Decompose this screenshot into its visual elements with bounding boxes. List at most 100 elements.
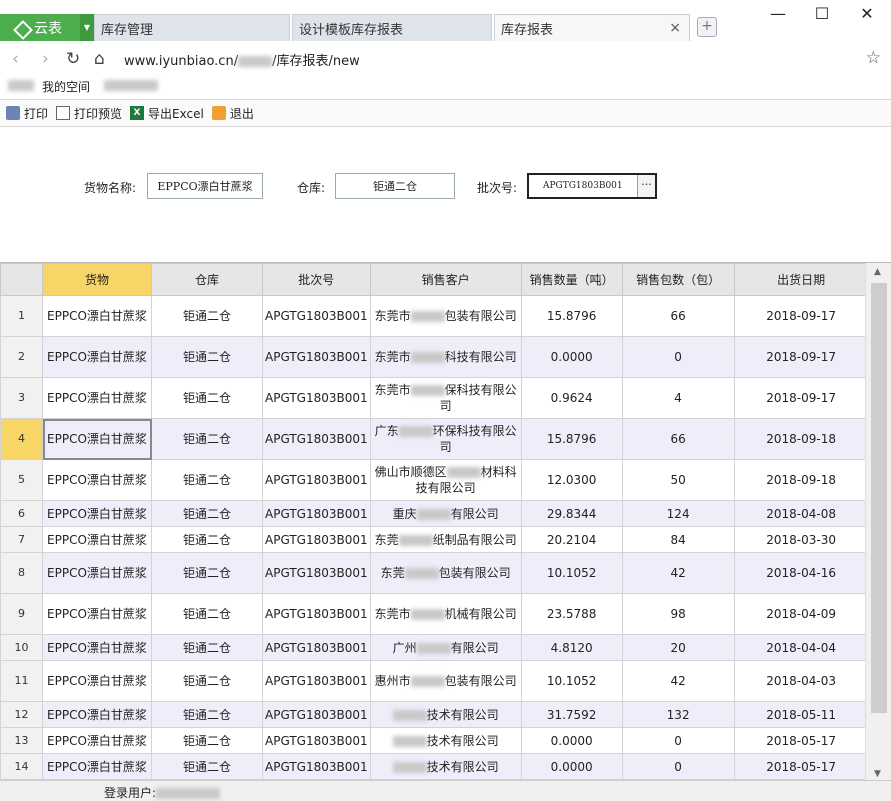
cell-quantity[interactable]: 4.8120 [520,634,623,661]
cell-goods[interactable]: EPPCO漂白甘蔗浆 [42,377,152,419]
cell-quantity[interactable]: 15.8796 [520,295,623,337]
cell-goods[interactable]: EPPCO漂白甘蔗浆 [42,418,152,460]
cell-batch[interactable]: APGTG1803B001 [262,552,371,594]
minimize-button[interactable]: — [763,4,793,23]
cell-warehouse[interactable]: 钜通二仓 [151,459,263,501]
cell-goods[interactable]: EPPCO漂白甘蔗浆 [42,459,152,501]
cell-quantity[interactable]: 0.0000 [520,753,623,780]
bookmark-star-icon[interactable]: ☆ [866,48,881,68]
table-row[interactable]: 9 EPPCO漂白甘蔗浆 钜通二仓 APGTG1803B001 东莞市 机械有限公司 23.… [0,593,869,635]
cell-customer[interactable]: 广州 有限公司 [369,634,522,661]
cell-quantity[interactable]: 23.5788 [520,593,623,635]
row-number[interactable]: 1 [0,295,43,337]
cell-date[interactable]: 2018-04-03 [733,660,869,702]
bookmark-redacted[interactable] [8,78,34,92]
cell-warehouse[interactable]: 钜通二仓 [151,753,263,780]
cell-date[interactable]: 2018-04-04 [733,634,869,661]
tab-inventory-management[interactable]: 库存管理 [94,14,290,41]
table-row[interactable]: 11 EPPCO漂白甘蔗浆 钜通二仓 APGTG1803B001 惠州市 包装有限公司 10… [0,660,869,702]
cell-warehouse[interactable]: 钜通二仓 [151,634,263,661]
cell-customer[interactable]: 东莞市 包装有限公司 [369,295,522,337]
cell-quantity[interactable]: 12.0300 [520,459,623,501]
cell-quantity[interactable]: 0.9624 [520,377,623,419]
print-preview-button[interactable]: 打印预览 [56,105,122,122]
cell-goods[interactable]: EPPCO漂白甘蔗浆 [42,660,152,702]
close-window-button[interactable]: ✕ [852,4,882,23]
table-row[interactable]: 7 EPPCO漂白甘蔗浆 钜通二仓 APGTG1803B001 东莞 纸制品有限公司 20.… [0,526,869,553]
table-row[interactable]: 14 EPPCO漂白甘蔗浆 钜通二仓 APGTG1803B001 技术有限公司 0.000… [0,753,869,780]
cell-batch[interactable]: APGTG1803B001 [262,418,371,460]
row-number[interactable]: 12 [0,701,43,728]
row-number[interactable]: 6 [0,500,43,527]
col-header-goods[interactable]: 货物 [42,263,152,296]
table-row[interactable]: 10 EPPCO漂白甘蔗浆 钜通二仓 APGTG1803B001 广州 有限公司 4.812… [0,634,869,661]
table-row[interactable]: 3 EPPCO漂白甘蔗浆 钜通二仓 APGTG1803B001 东莞市 保科技有限公司 0.… [0,377,869,419]
cell-batch[interactable]: APGTG1803B001 [262,753,371,780]
goods-name-field[interactable]: EPPCO漂白甘蔗浆 [147,173,263,199]
cell-quantity[interactable]: 29.8344 [520,500,623,527]
cell-batch[interactable]: APGTG1803B001 [262,500,371,527]
cell-customer[interactable]: 技术有限公司 [369,701,522,728]
cell-warehouse[interactable]: 钜通二仓 [151,377,263,419]
cell-goods[interactable]: EPPCO漂白甘蔗浆 [42,727,152,754]
cell-packages[interactable]: 98 [621,593,735,635]
cell-date[interactable]: 2018-09-17 [733,336,869,378]
col-header-warehouse[interactable]: 仓库 [151,263,263,296]
cell-warehouse[interactable]: 钜通二仓 [151,552,263,594]
cell-packages[interactable]: 20 [621,634,735,661]
cell-customer[interactable]: 东莞 包装有限公司 [369,552,522,594]
row-number[interactable]: 14 [0,753,43,780]
vertical-scrollbar[interactable]: ▲ ▼ [865,263,891,780]
forward-icon[interactable]: › [42,49,49,69]
cell-warehouse[interactable]: 钜通二仓 [151,295,263,337]
cell-goods[interactable]: EPPCO漂白甘蔗浆 [42,500,152,527]
col-header-date[interactable]: 出货日期 [733,263,869,296]
cell-date[interactable]: 2018-09-17 [733,377,869,419]
cell-goods[interactable]: EPPCO漂白甘蔗浆 [42,526,152,553]
cell-date[interactable]: 2018-05-11 [733,701,869,728]
cell-date[interactable]: 2018-09-18 [733,459,869,501]
row-number[interactable]: 10 [0,634,43,661]
cell-packages[interactable]: 4 [621,377,735,419]
new-tab-button[interactable]: + [697,17,717,37]
row-number[interactable]: 7 [0,526,43,553]
cell-batch[interactable]: APGTG1803B001 [262,295,371,337]
cell-batch[interactable]: APGTG1803B001 [262,377,371,419]
cell-date[interactable]: 2018-05-17 [733,727,869,754]
cell-packages[interactable]: 0 [621,753,735,780]
cell-batch[interactable]: APGTG1803B001 [262,526,371,553]
row-number[interactable]: 4 [0,418,43,460]
cell-quantity[interactable]: 0.0000 [520,336,623,378]
cell-customer[interactable]: 佛山市顺德区 材料科技有限公司 [369,459,522,501]
cell-quantity[interactable]: 10.1052 [520,552,623,594]
cell-quantity[interactable]: 10.1052 [520,660,623,702]
table-row[interactable]: 12 EPPCO漂白甘蔗浆 钜通二仓 APGTG1803B001 技术有限公司 31.75… [0,701,869,728]
cell-customer[interactable]: 广东 环保科技有限公司 [369,418,522,460]
cell-goods[interactable]: EPPCO漂白甘蔗浆 [42,634,152,661]
cell-packages[interactable]: 124 [621,500,735,527]
cell-packages[interactable]: 0 [621,336,735,378]
cell-warehouse[interactable]: 钜通二仓 [151,500,263,527]
cell-customer[interactable]: 东莞 纸制品有限公司 [369,526,522,553]
scroll-down-icon[interactable]: ▼ [874,769,881,779]
reload-icon[interactable]: ↻ [66,49,80,69]
cell-warehouse[interactable]: 钜通二仓 [151,336,263,378]
cell-packages[interactable]: 66 [621,295,735,337]
col-header-quantity[interactable]: 销售数量（吨） [520,263,623,296]
batch-number-field[interactable]: APGTG1803B001 ··· [527,173,657,199]
export-excel-button[interactable]: X 导出Excel [130,105,204,122]
bookmark-my-space[interactable]: 我的空间 [42,78,90,95]
exit-button[interactable]: 退出 [211,105,254,122]
cell-packages[interactable]: 66 [621,418,735,460]
row-number[interactable]: 9 [0,593,43,635]
cell-quantity[interactable]: 0.0000 [520,727,623,754]
cell-packages[interactable]: 50 [621,459,735,501]
warehouse-field[interactable]: 钜通二仓 [335,173,455,199]
bookmark-redacted[interactable] [104,78,158,92]
cell-date[interactable]: 2018-05-17 [733,753,869,780]
row-number[interactable]: 2 [0,336,43,378]
logo-dropdown-icon[interactable]: ▼ [80,14,94,41]
home-icon[interactable]: ⌂ [94,49,105,69]
cell-date[interactable]: 2018-03-30 [733,526,869,553]
cell-goods[interactable]: EPPCO漂白甘蔗浆 [42,701,152,728]
